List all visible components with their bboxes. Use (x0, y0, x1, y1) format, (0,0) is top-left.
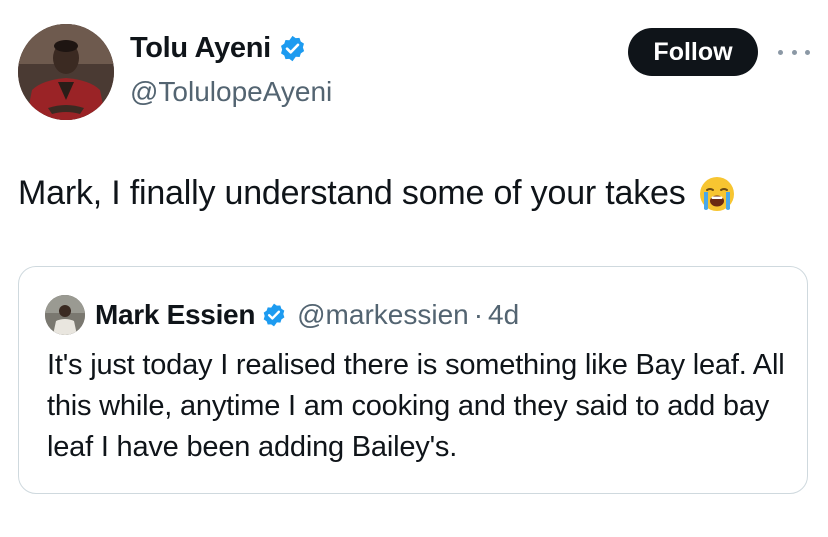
quoted-author-avatar[interactable] (45, 295, 85, 335)
tweet-text: Mark, I finally understand some of your … (18, 174, 686, 212)
author-handle[interactable]: @TolulopeAyeni (130, 76, 332, 108)
tweet-header: Tolu Ayeni @TolulopeAyeni Follow (0, 0, 828, 140)
quoted-tweet-timestamp[interactable]: 4d (488, 299, 519, 331)
quoted-author-display-name[interactable]: Mark Essien (95, 299, 255, 331)
loudly-crying-face-icon (698, 175, 736, 213)
author-avatar[interactable] (18, 24, 114, 120)
quoted-author-handle[interactable]: @markessien (297, 299, 469, 331)
verified-badge-icon (278, 34, 307, 63)
verified-badge-icon (261, 302, 287, 328)
follow-button[interactable]: Follow (628, 28, 758, 76)
quoted-tweet-text: It's just today I realised there is some… (47, 349, 785, 463)
separator-dot: · (473, 299, 484, 330)
quoted-tweet-card[interactable]: Mark Essien @markessien · 4d It's just t… (18, 266, 808, 494)
tweet-body: Mark, I finally understand some of your … (18, 174, 736, 213)
author-display-name[interactable]: Tolu Ayeni (130, 32, 271, 65)
more-options-icon[interactable] (778, 38, 810, 66)
